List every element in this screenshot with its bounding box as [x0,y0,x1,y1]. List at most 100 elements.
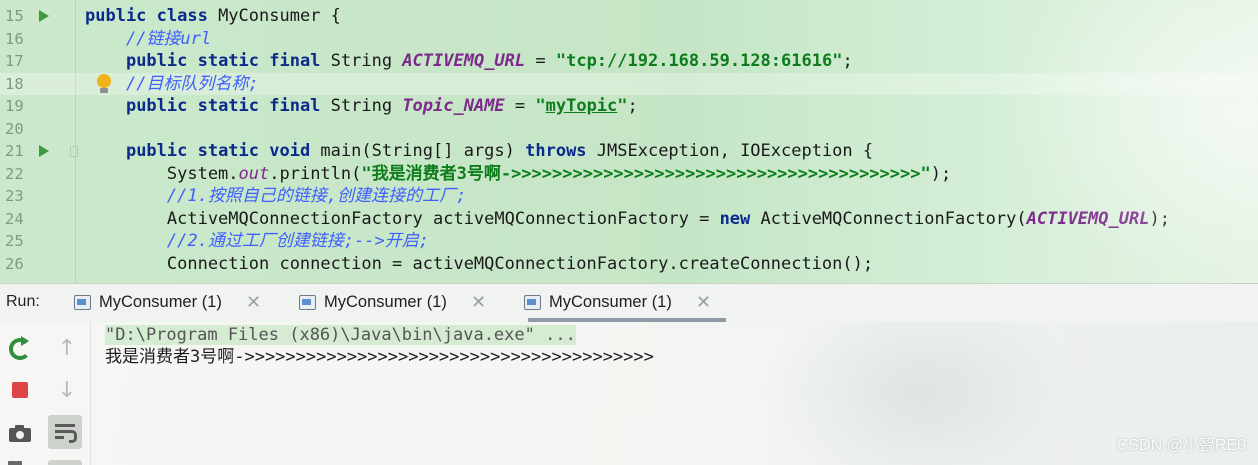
run-tab-label: MyConsumer (1) [549,293,672,311]
code-line[interactable]: 26 Connection connection = activeMQConne… [0,253,1258,276]
camera-icon[interactable] [9,425,31,442]
code-token: "tcp://192.168.59.128:61616" [555,51,843,71]
code-token: public static final [125,96,331,116]
code-line[interactable]: 17 public static final String ACTIVEMQ_U… [0,50,1258,73]
code-text: public class MyConsumer { [85,5,341,28]
code-token: String [330,96,403,116]
line-number: 19 [5,97,24,115]
code-token: JMSException, IOException { [596,141,874,161]
code-token: MyConsumer { [218,6,341,26]
code-token: public static final [125,51,331,71]
close-icon[interactable]: ✕ [246,292,261,312]
code-line[interactable]: 16 //链接url [0,28,1258,51]
close-icon[interactable]: ✕ [471,292,486,312]
run-label: Run: [6,293,40,310]
code-line[interactable]: 22 System.out.println("我是消费者3号啊->>>>>>>>… [0,163,1258,186]
code-token: ActiveMQConnectionFactory( [760,208,1027,229]
code-text: //1.按照自己的链接,创建连接的工厂; [85,185,466,208]
run-gutter-icon[interactable] [39,145,49,157]
code-text: Connection connection = activeMQConnecti… [85,253,873,276]
code-token: " [535,96,546,116]
line-number: 24 [5,209,24,228]
code-token: myTopic [545,96,618,116]
code-token: ); [930,163,952,184]
scroll-to-end-button[interactable] [48,460,82,465]
code-token: //链接url [125,28,212,49]
line-number: 22 [5,164,24,183]
line-number: 20 [5,119,24,138]
code-line[interactable]: 25 //2.通过工厂创建链接;-->开启; [0,230,1258,253]
code-token: ACTIVEMQ_URL [1026,208,1150,229]
code-token: ACTIVEMQ_URL [402,51,526,71]
code-token: public class [85,6,219,26]
watermark: CSDN @小智RE0 [1116,437,1246,454]
console-tab-icon [299,295,316,310]
run-side-toolbar: ↑ ↓ [0,322,91,465]
run-tab-label: MyConsumer (1) [99,293,222,311]
code-token: "我是消费者3号啊->>>>>>>>>>>>>>>>>>>>>>>>>>>>>>… [361,163,931,184]
code-token: new [719,208,761,229]
code-token: " [617,96,628,116]
code-token: Topic_NAME [402,96,505,116]
line-number: 17 [5,52,24,70]
run-tab-3[interactable]: MyConsumer (1) ✕ [524,284,730,322]
code-text: //目标队列名称; [85,73,259,96]
code-token: System. [85,163,239,184]
code-text: //2.通过工厂创建链接;-->开启; [85,230,429,253]
code-token: .println( [269,163,362,184]
code-token: out [238,163,270,184]
code-text: //链接url [85,28,211,51]
code-line[interactable]: 23 //1.按照自己的链接,创建连接的工厂; [0,185,1258,208]
code-line[interactable]: 15 public class MyConsumer { [0,5,1258,28]
code-token: //2.通过工厂创建链接;-->开启; [166,231,430,251]
run-tool-window-body: ↑ ↓ "D:\Program Files (x86)\Java\bin\jav… [0,322,1258,465]
scroll-down-icon[interactable]: ↓ [54,378,80,404]
soft-wrap-button[interactable] [48,415,82,449]
line-number: 26 [5,254,24,273]
console-command-line: "D:\Program Files (x86)\Java\bin\java.ex… [105,324,576,346]
scroll-up-icon[interactable]: ↑ [54,336,80,362]
code-token: String [330,51,403,71]
code-token: throws [525,141,597,161]
run-tab-1[interactable]: MyConsumer (1) ✕ [74,284,274,322]
console-tab-icon [74,295,91,310]
code-line[interactable]: 24 ActiveMQConnectionFactory activeMQCon… [0,208,1258,231]
code-line[interactable]: 18 //目标队列名称; [0,72,1258,96]
console-tab-icon [524,295,541,310]
line-number: 15 [5,7,24,25]
close-icon[interactable]: ✕ [696,292,711,312]
code-token: ); [1149,208,1170,229]
code-text: public static final String ACTIVEMQ_URL … [85,50,853,73]
code-text: ActiveMQConnectionFactory activeMQConnec… [85,208,1170,231]
code-token: ; [627,96,638,116]
line-number: 16 [5,29,24,48]
code-token: ; [842,51,853,71]
settings-icon[interactable] [8,461,22,465]
code-line[interactable]: 19 public static final String Topic_NAME… [0,95,1258,118]
code-token: //1.按照自己的链接,创建连接的工厂; [166,186,467,206]
console-command-text: "D:\Program Files (x86)\Java\bin\java.ex… [105,325,576,345]
code-token: = [504,96,536,116]
run-gutter-icon[interactable] [39,10,49,22]
code-line[interactable]: 21 public static void main(String[] args… [0,140,1258,163]
line-number: 23 [5,187,24,205]
code-token: = [525,51,556,71]
fold-icon[interactable] [70,146,78,157]
run-tab-2[interactable]: MyConsumer (1) ✕ [299,284,499,322]
code-editor[interactable]: 15 public class MyConsumer {16 //链接url 17 … [0,0,1258,283]
run-tab-label: MyConsumer (1) [324,293,447,311]
code-token: //目标队列名称; [125,73,259,94]
code-text: public static void main(String[] args) t… [85,140,873,163]
soft-wrap-icon [55,424,77,443]
code-line[interactable]: 20 [0,118,1258,141]
rerun-icon[interactable] [8,336,31,360]
code-token: main(String[] args) [320,141,526,161]
stop-icon[interactable] [12,382,28,398]
console-output-line: 我是消费者3号啊->>>>>>>>>>>>>>>>>>>>>>>>>>>>>>>… [105,347,654,367]
code-text: public static final String Topic_NAME = … [85,95,638,118]
